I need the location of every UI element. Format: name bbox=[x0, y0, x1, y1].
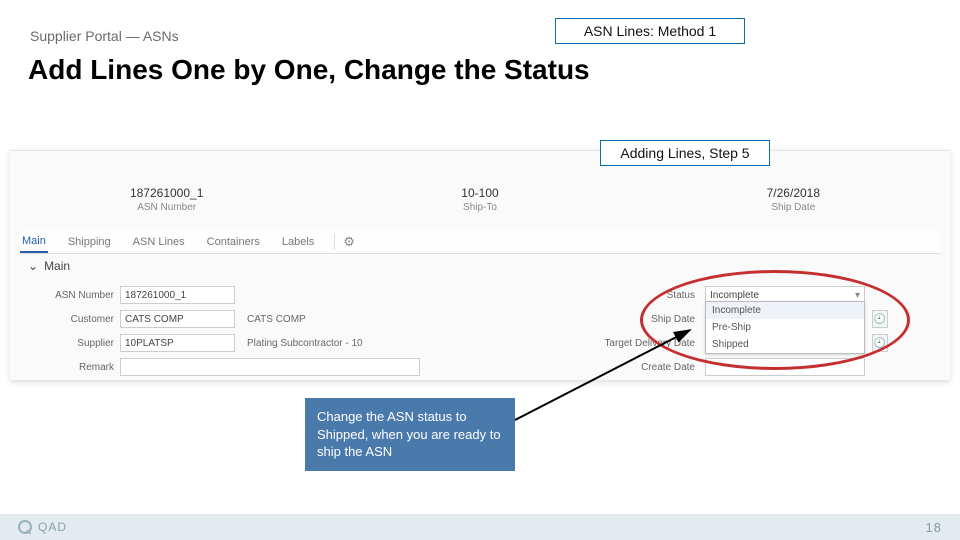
status-option-shipped[interactable]: Shipped bbox=[706, 336, 864, 353]
qad-logo-icon bbox=[18, 520, 32, 534]
qad-logo-text: QAD bbox=[38, 520, 67, 534]
tab-asn-lines[interactable]: ASN Lines bbox=[131, 232, 187, 252]
calendar-icon[interactable]: 🕘 bbox=[872, 334, 888, 352]
tab-labels[interactable]: Labels bbox=[280, 232, 316, 252]
section-title: Main bbox=[44, 259, 70, 273]
qad-logo: QAD bbox=[18, 520, 67, 534]
tabs: Main Shipping ASN Lines Containers Label… bbox=[20, 231, 940, 254]
status-option-preship[interactable]: Pre-Ship bbox=[706, 319, 864, 336]
method-chip: ASN Lines: Method 1 bbox=[555, 18, 745, 44]
summary-row: 187261000_1 ASN Number 10-100 Ship-To 7/… bbox=[10, 186, 950, 213]
chevron-down-icon: ▾ bbox=[855, 290, 860, 301]
form-area: ASN Number 187261000_1 Status Incomplete… bbox=[10, 283, 950, 379]
input-create-date[interactable] bbox=[705, 358, 865, 376]
summary-asn: 187261000_1 ASN Number bbox=[10, 186, 323, 213]
label-create-date: Create Date bbox=[585, 362, 695, 373]
label-target-date: Target Delivery Date bbox=[585, 338, 695, 349]
summary-shipto-label: Ship-To bbox=[323, 202, 636, 213]
label-asn-number: ASN Number bbox=[10, 290, 120, 301]
summary-shipdate: 7/26/2018 Ship Date bbox=[637, 186, 950, 213]
page-number: 18 bbox=[926, 520, 942, 535]
tab-shipping[interactable]: Shipping bbox=[66, 232, 113, 252]
calendar-icon[interactable]: 🕘 bbox=[872, 310, 888, 328]
status-dropdown: Incomplete Pre-Ship Shipped bbox=[705, 301, 865, 354]
summary-asn-label: ASN Number bbox=[10, 202, 323, 213]
summary-asn-value: 187261000_1 bbox=[10, 186, 323, 200]
app-screenshot: 187261000_1 ASN Number 10-100 Ship-To 7/… bbox=[10, 150, 950, 380]
label-customer: Customer bbox=[10, 314, 120, 325]
summary-shipdate-value: 7/26/2018 bbox=[637, 186, 950, 200]
section-header[interactable]: ⌄ Main bbox=[28, 259, 70, 273]
label-status: Status bbox=[585, 290, 695, 301]
tab-main[interactable]: Main bbox=[20, 231, 48, 253]
callout-box: Change the ASN status to Shipped, when y… bbox=[305, 398, 515, 471]
status-option-incomplete[interactable]: Incomplete bbox=[706, 302, 864, 319]
chevron-down-icon: ⌄ bbox=[28, 259, 38, 273]
tab-containers[interactable]: Containers bbox=[205, 232, 262, 252]
summary-shipto-value: 10-100 bbox=[323, 186, 636, 200]
select-status-value: Incomplete bbox=[710, 290, 759, 301]
label-ship-date: Ship Date bbox=[585, 314, 695, 325]
breadcrumb: Supplier Portal — ASNs bbox=[30, 28, 179, 44]
summary-shipto: 10-100 Ship-To bbox=[323, 186, 636, 213]
label-supplier: Supplier bbox=[10, 338, 120, 349]
label-remark: Remark bbox=[10, 362, 120, 373]
step-chip: Adding Lines, Step 5 bbox=[600, 140, 770, 166]
input-supplier[interactable]: 10PLATSP bbox=[120, 334, 235, 352]
supplier-desc: Plating Subcontractor - 10 bbox=[247, 338, 363, 349]
customer-desc: CATS COMP bbox=[247, 314, 306, 325]
page-title: Add Lines One by One, Change the Status bbox=[28, 54, 590, 86]
footer: QAD 18 bbox=[0, 514, 960, 540]
input-customer[interactable]: CATS COMP bbox=[120, 310, 235, 328]
summary-shipdate-label: Ship Date bbox=[637, 202, 950, 213]
gear-icon[interactable]: ⚙ bbox=[334, 234, 355, 250]
input-asn-number[interactable]: 187261000_1 bbox=[120, 286, 235, 304]
input-remark[interactable] bbox=[120, 358, 420, 376]
